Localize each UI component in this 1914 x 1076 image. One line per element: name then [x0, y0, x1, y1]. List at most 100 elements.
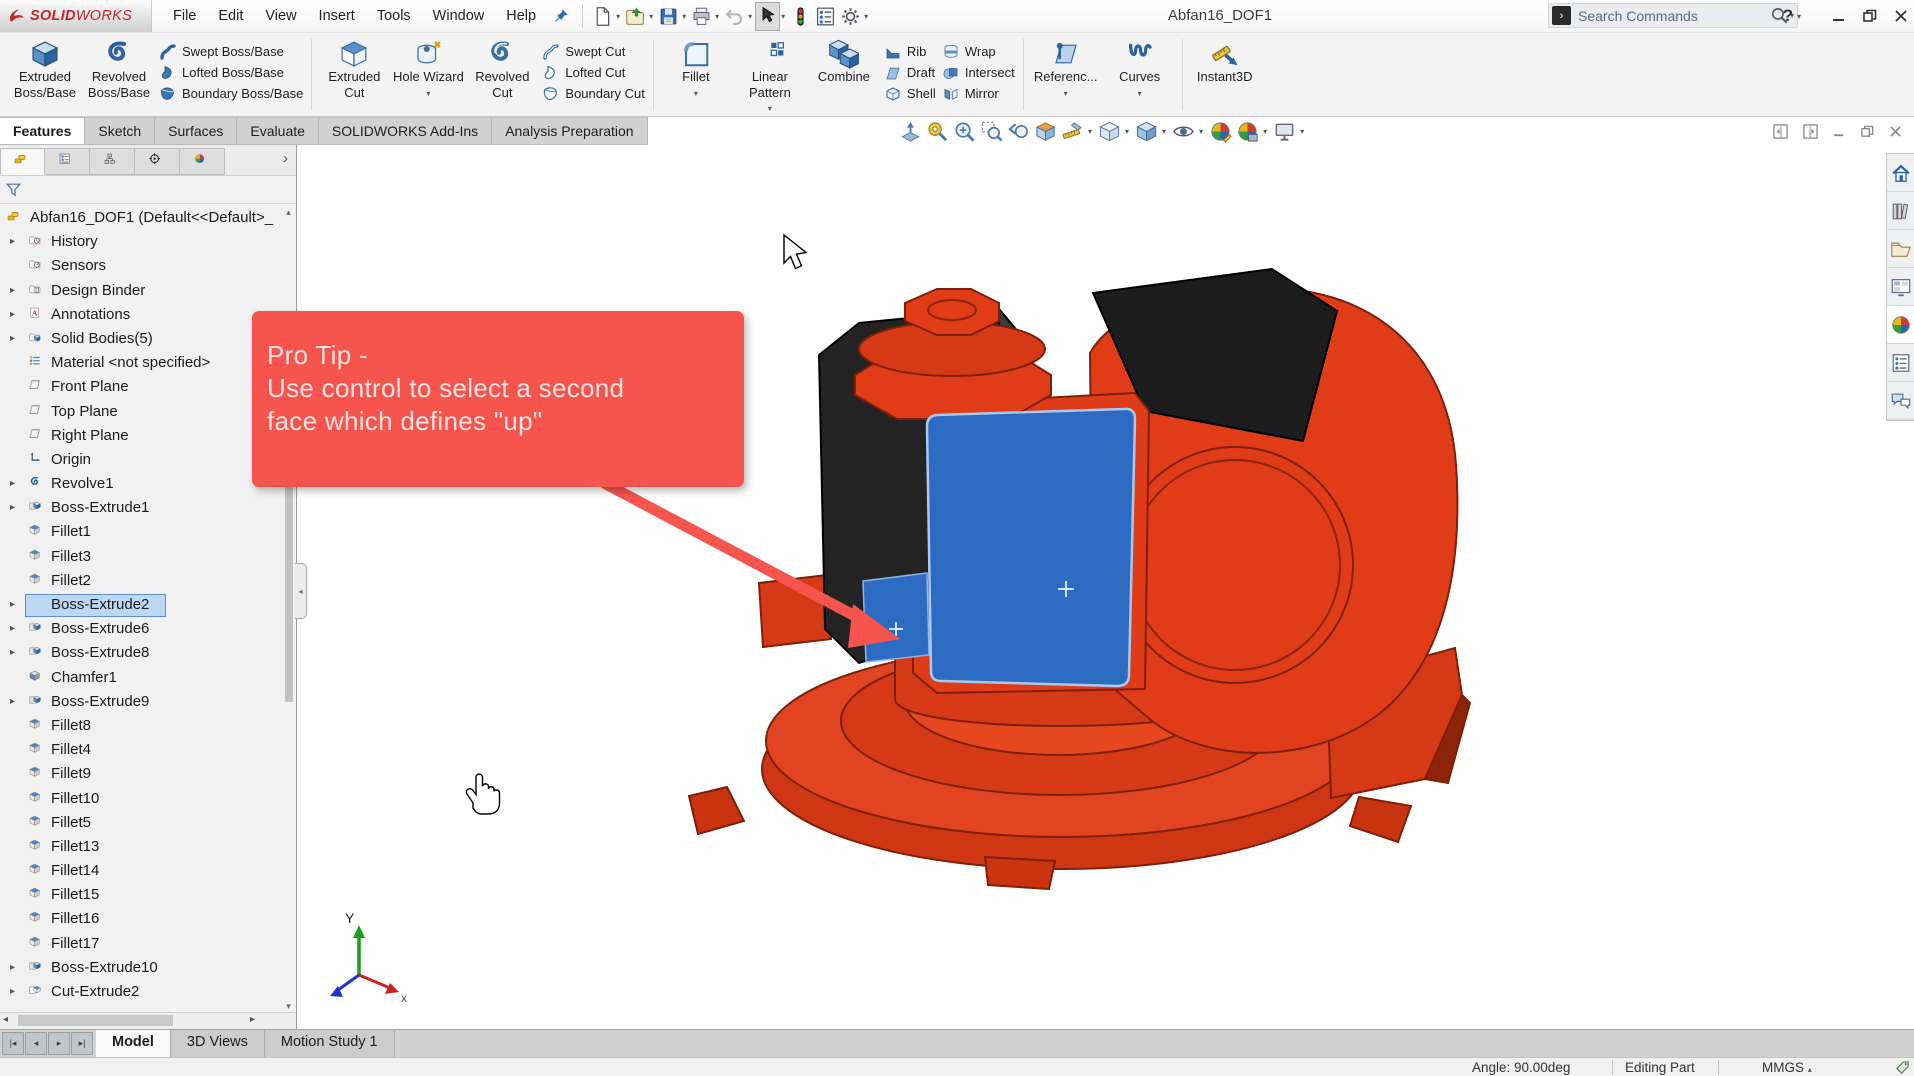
- linear-pattern-button[interactable]: Linear Pattern▾: [733, 36, 807, 117]
- tree-item-fillet13[interactable]: Fillet13: [0, 836, 296, 860]
- apply-scene-flyout-arrow[interactable]: ▾: [1263, 127, 1267, 136]
- restore-button[interactable]: [1863, 9, 1877, 23]
- dimxpertmanager-tab[interactable]: [135, 148, 180, 175]
- tree-item-fillet14[interactable]: Fillet14: [0, 860, 296, 884]
- expand-arrow[interactable]: ▸: [10, 599, 15, 610]
- tree-item-fillet9[interactable]: Fillet9: [0, 763, 296, 787]
- curves-flyout-arrow[interactable]: ▾: [1138, 86, 1142, 102]
- fillet-flyout-arrow[interactable]: ▾: [694, 86, 698, 102]
- pin-menu-icon[interactable]: [553, 8, 569, 24]
- select-button[interactable]: [755, 2, 780, 31]
- search-commands-input[interactable]: [1576, 7, 1770, 25]
- minimize-button[interactable]: [1832, 9, 1846, 23]
- view-settings-flyout-arrow[interactable]: ▾: [1300, 127, 1304, 136]
- tab-motion-study-1[interactable]: Motion Study 1: [265, 1030, 395, 1057]
- help-icon[interactable]: ?: [1783, 6, 1793, 26]
- expand-arrow[interactable]: ▸: [10, 696, 15, 707]
- dynamic-annotation-views-button[interactable]: [1060, 119, 1085, 144]
- menu-window[interactable]: Window: [422, 1, 496, 31]
- tab-solidworks-add-ins[interactable]: SOLIDWORKS Add-Ins: [319, 117, 492, 144]
- view-orientation-flyout-arrow[interactable]: ▾: [1125, 127, 1129, 136]
- search-commands-box[interactable]: › ▾: [1548, 3, 1798, 28]
- swept-cut-button[interactable]: Swept Cut: [539, 41, 648, 62]
- menu-file[interactable]: File: [162, 1, 207, 31]
- revolved-boss-base-button[interactable]: Revolved Boss/Base: [82, 36, 156, 100]
- section-view-button[interactable]: [1033, 119, 1058, 144]
- save-caret[interactable]: ▾: [682, 12, 686, 21]
- tree-item-boss-extrude9[interactable]: ▸Boss-Extrude9: [0, 691, 296, 715]
- first-tab-button[interactable]: |◂: [2, 1032, 24, 1055]
- tab-evaluate[interactable]: Evaluate: [237, 117, 318, 144]
- expand-arrow[interactable]: ▸: [10, 333, 15, 344]
- horizontal-scroll-thumb[interactable]: [18, 1015, 173, 1026]
- options-gear-button[interactable]: [838, 2, 863, 31]
- propertymanager-tab[interactable]: [45, 148, 90, 175]
- extruded-boss-base-button[interactable]: Extruded Boss/Base: [8, 36, 82, 100]
- performance-evaluation-button[interactable]: [788, 2, 813, 31]
- open-button[interactable]: [623, 2, 648, 31]
- undo-button[interactable]: [722, 2, 747, 31]
- close-button[interactable]: [1894, 9, 1908, 23]
- new-document-button[interactable]: [590, 2, 615, 31]
- tab-sketch[interactable]: Sketch: [85, 117, 155, 144]
- expand-arrow[interactable]: ▸: [10, 623, 15, 634]
- undo-caret[interactable]: ▾: [748, 12, 752, 21]
- tree-item-fillet15[interactable]: Fillet15: [0, 884, 296, 908]
- units-selector[interactable]: MMGS ▴: [1762, 1060, 1812, 1075]
- extruded-cut-button[interactable]: Extruded Cut: [317, 36, 391, 100]
- combine-button[interactable]: Combine: [807, 36, 881, 85]
- graphics-viewport[interactable]: Y x: [297, 145, 1914, 1029]
- tree-item-boss-extrude6[interactable]: ▸Boss-Extrude6: [0, 618, 296, 642]
- revolved-cut-button[interactable]: Revolved Cut: [465, 36, 539, 100]
- scroll-down-arrow[interactable]: ▾: [282, 1001, 295, 1012]
- solidworks-resources-tab[interactable]: [1887, 154, 1914, 192]
- view-palette-tab[interactable]: [1887, 268, 1914, 306]
- tree-root-item[interactable]: Abfan16_DOF1 (Default<<Default>_: [0, 207, 296, 231]
- last-tab-button[interactable]: ▸|: [71, 1032, 93, 1055]
- previous-tab-button[interactable]: ◂: [25, 1032, 47, 1055]
- dynamic-annotation-views-flyout-arrow[interactable]: ▾: [1088, 127, 1092, 136]
- tree-item-boss-extrude10[interactable]: ▸Boss-Extrude10: [0, 957, 296, 981]
- expand-arrow[interactable]: ▸: [10, 647, 15, 658]
- mirror-button[interactable]: Mirror: [939, 83, 1018, 104]
- tag-icon[interactable]: [1895, 1060, 1910, 1075]
- menu-help[interactable]: Help: [495, 1, 547, 31]
- hide-show-items-button[interactable]: [1171, 119, 1196, 144]
- displaymanager-tab[interactable]: [180, 148, 225, 175]
- appearances-scenes-decals-tab[interactable]: [1887, 306, 1914, 344]
- feature-tree-filter[interactable]: [0, 176, 296, 204]
- expand-arrow[interactable]: ▸: [10, 478, 15, 489]
- measure-button[interactable]: [925, 119, 950, 144]
- wrap-button[interactable]: Wrap: [939, 41, 1018, 62]
- expand-arrow[interactable]: ▸: [10, 986, 15, 997]
- file-explorer-tab[interactable]: [1887, 230, 1914, 268]
- tab-model[interactable]: Model: [96, 1030, 171, 1057]
- tree-item-history[interactable]: ▸History: [0, 231, 296, 255]
- scroll-left-arrow[interactable]: ◂: [3, 1014, 8, 1025]
- tree-item-sensors[interactable]: Sensors: [0, 255, 296, 279]
- hole-wizard-button[interactable]: Hole Wizard▾: [391, 36, 465, 101]
- hole-wizard-flyout-arrow[interactable]: ▾: [426, 86, 430, 102]
- expand-arrow[interactable]: ▸: [10, 285, 15, 296]
- draft-button[interactable]: Draft: [881, 62, 939, 83]
- options-gear-caret[interactable]: ▾: [864, 12, 868, 21]
- menu-edit[interactable]: Edit: [207, 1, 254, 31]
- display-style-flyout-arrow[interactable]: ▾: [1162, 127, 1166, 136]
- scroll-right-arrow[interactable]: ▸: [250, 1014, 255, 1025]
- tree-item-fillet1[interactable]: Fillet1: [0, 521, 296, 545]
- tab-3d-views[interactable]: 3D Views: [171, 1030, 265, 1057]
- view-settings-button[interactable]: [1272, 119, 1297, 144]
- tree-item-fillet5[interactable]: Fillet5: [0, 812, 296, 836]
- expand-arrow[interactable]: ▸: [10, 502, 15, 513]
- display-style-button[interactable]: [1134, 119, 1159, 144]
- shell-button[interactable]: Shell: [881, 83, 939, 104]
- previous-view-button[interactable]: [1006, 119, 1031, 144]
- panel-expand-chevron[interactable]: ›: [283, 150, 288, 167]
- reference-geometry-flyout-arrow[interactable]: ▾: [1064, 86, 1068, 102]
- boundary-boss-base-button[interactable]: Boundary Boss/Base: [156, 83, 306, 104]
- tree-item-fillet2[interactable]: Fillet2: [0, 570, 296, 594]
- doc-close-button[interactable]: [1889, 125, 1902, 138]
- swept-boss-base-button[interactable]: Swept Boss/Base: [156, 41, 306, 62]
- tree-item-fillet3[interactable]: Fillet3: [0, 546, 296, 570]
- edit-appearance-button[interactable]: [1208, 119, 1233, 144]
